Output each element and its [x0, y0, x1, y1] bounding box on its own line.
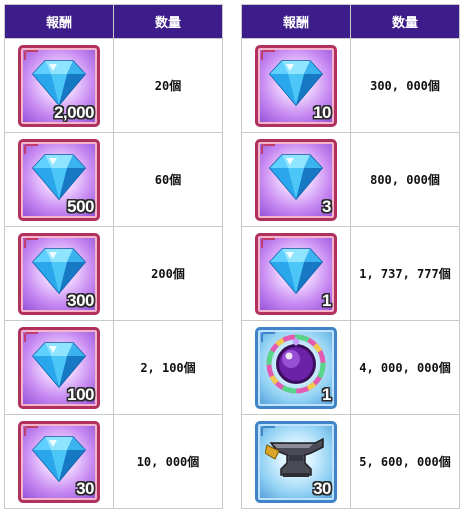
- blue-gem-icon: [32, 248, 86, 295]
- item-count: 1: [322, 384, 331, 404]
- table-row: 500 60個: [4, 132, 223, 227]
- reward-card: 2,000: [18, 44, 100, 127]
- item-count: 3: [322, 196, 331, 216]
- blue-gem-icon: [32, 342, 86, 389]
- reward-cell: 100: [4, 320, 114, 415]
- reward-card: 1: [255, 232, 337, 315]
- table-row: 1 1, 737, 777個: [241, 226, 460, 321]
- reward-card: 500: [18, 138, 100, 221]
- item-count: 10: [313, 102, 331, 122]
- blue-gem-icon: [32, 436, 86, 483]
- quantity-cell: 4, 000, 000個: [350, 320, 460, 415]
- reward-cell: 500: [4, 132, 114, 227]
- quantity-cell: 200個: [113, 226, 223, 321]
- reward-cell: 10: [241, 38, 351, 133]
- table-row: 300 200個: [4, 226, 223, 321]
- blue-gem-icon: [269, 154, 323, 201]
- quantity-cell: 1, 737, 777個: [350, 226, 460, 321]
- blue-gem-icon: [269, 248, 323, 295]
- quantity-cell: 60個: [113, 132, 223, 227]
- item-count: 30: [313, 478, 331, 498]
- reward-card: 100: [18, 326, 100, 409]
- quantity-cell: 20個: [113, 38, 223, 133]
- reward-cell: 1: [241, 320, 351, 415]
- table-header-row: 報酬 数量: [4, 4, 223, 39]
- reward-card: 3: [255, 138, 337, 221]
- reward-cell: 3: [241, 132, 351, 227]
- item-count: 100: [67, 384, 94, 404]
- table-row: 30 5, 600, 000個: [241, 414, 460, 509]
- blue-gem-icon: [269, 60, 323, 107]
- reward-card: 10: [255, 44, 337, 127]
- table-header-row: 報酬 数量: [241, 4, 460, 39]
- table-row: 3 800, 000個: [241, 132, 460, 227]
- header-quantity: 数量: [113, 4, 223, 39]
- reward-card: 30: [255, 420, 337, 503]
- blue-gem-icon: [32, 154, 86, 201]
- item-count: 500: [67, 196, 94, 216]
- table-row: 10 300, 000個: [241, 38, 460, 133]
- table-row: 30 10, 000個: [4, 414, 223, 509]
- quantity-cell: 2, 100個: [113, 320, 223, 415]
- reward-card: 1: [255, 326, 337, 409]
- quantity-cell: 5, 600, 000個: [350, 414, 460, 509]
- table-row: 100 2, 100個: [4, 320, 223, 415]
- reward-cell: 30: [241, 414, 351, 509]
- reward-card: 300: [18, 232, 100, 315]
- quantity-cell: 300, 000個: [350, 38, 460, 133]
- header-reward: 報酬: [241, 4, 351, 39]
- item-count: 1: [322, 290, 331, 310]
- table-row: 1 4, 000, 000個: [241, 320, 460, 415]
- quantity-cell: 800, 000個: [350, 132, 460, 227]
- purple-orb-icon: [266, 334, 326, 394]
- item-count: 300: [67, 290, 94, 310]
- anvil-icon: [265, 438, 324, 478]
- header-quantity: 数量: [350, 4, 460, 39]
- item-count: 30: [76, 478, 94, 498]
- reward-cell: 300: [4, 226, 114, 321]
- reward-cell: 30: [4, 414, 114, 509]
- header-reward: 報酬: [4, 4, 114, 39]
- reward-card: 30: [18, 420, 100, 503]
- reward-cell: 1: [241, 226, 351, 321]
- table-row: 2,000 20個: [4, 38, 223, 133]
- reward-cell: 2,000: [4, 38, 114, 133]
- blue-gem-icon: [32, 60, 86, 107]
- quantity-cell: 10, 000個: [113, 414, 223, 509]
- reward-table-left: 報酬 数量 2,000 20個 500 60個 300 200個 100 2, …: [4, 4, 223, 509]
- item-count: 2,000: [53, 102, 95, 122]
- reward-table-right: 報酬 数量 10 300, 000個 3 800, 000個 1 1, 737,…: [241, 4, 460, 509]
- reward-tables: 報酬 数量 2,000 20個 500 60個 300 200個 100 2, …: [0, 0, 463, 514]
